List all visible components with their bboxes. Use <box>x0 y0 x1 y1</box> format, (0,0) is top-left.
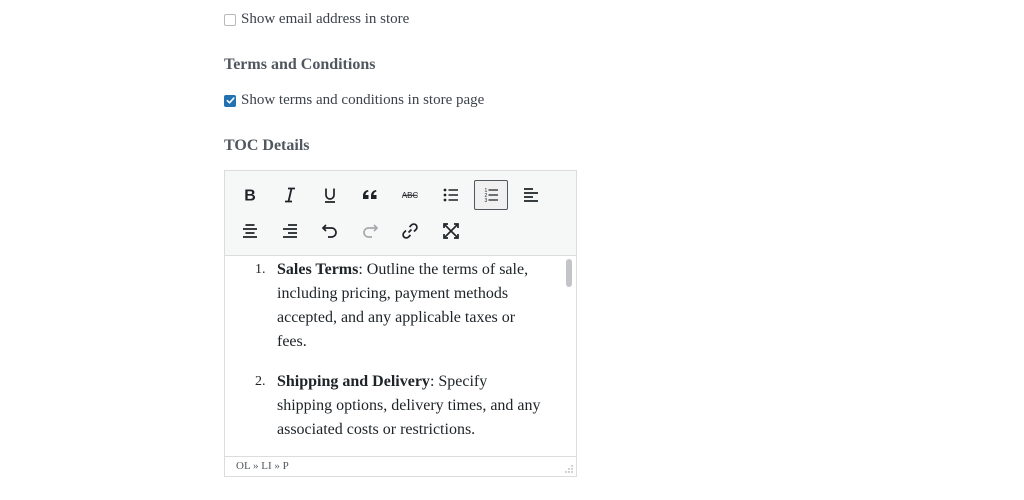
blockquote-button[interactable] <box>353 180 387 210</box>
underline-icon <box>325 188 335 203</box>
editor-toolbar: B ABC 123 <box>225 171 576 256</box>
svg-text:3: 3 <box>485 198 488 204</box>
bold-button[interactable]: B <box>233 180 267 210</box>
align-right-icon <box>283 224 297 238</box>
numbered-list-icon: 123 <box>485 188 498 204</box>
show-terms-checkbox[interactable] <box>224 94 236 107</box>
svg-text:B: B <box>244 188 256 205</box>
terms-option-row: Show terms and conditions in store page <box>224 92 484 109</box>
bold-icon: B <box>244 188 256 205</box>
italic-button[interactable] <box>273 180 307 210</box>
redo-icon <box>363 224 379 238</box>
align-left-button[interactable] <box>514 180 548 210</box>
italic-icon <box>285 187 295 203</box>
align-center-icon <box>243 224 257 238</box>
list-item-title: Sales Terms <box>277 261 359 278</box>
list-item-title: Shipping and Delivery <box>277 373 430 390</box>
editor-content-area[interactable]: 1. Sales Terms: Outline the terms of sal… <box>225 256 560 457</box>
editor-scrollbar[interactable] <box>564 259 574 455</box>
show-email-checkbox[interactable] <box>224 13 236 26</box>
undo-icon <box>321 224 337 238</box>
list-item: 2. Shipping and Delivery: Specify shippi… <box>255 370 545 442</box>
toc-editor: B ABC 123 1. Sales Terms: Outline the te… <box>224 170 577 477</box>
editor-statusbar: OL » LI » P <box>225 456 576 476</box>
numbered-list-button[interactable]: 123 <box>474 180 508 210</box>
align-center-button[interactable] <box>233 216 267 246</box>
undo-button[interactable] <box>313 216 347 246</box>
toc-ordered-list: 1. Sales Terms: Outline the terms of sal… <box>255 258 545 457</box>
align-right-button[interactable] <box>273 216 307 246</box>
email-option-row: Show email address in store <box>224 11 409 28</box>
link-button[interactable] <box>393 216 427 246</box>
checkmark-icon <box>226 97 235 104</box>
toc-section-title: TOC Details <box>224 137 310 154</box>
show-terms-label[interactable]: Show terms and conditions in store page <box>241 92 484 109</box>
list-item: 1. Sales Terms: Outline the terms of sal… <box>255 258 545 354</box>
scrollbar-thumb[interactable] <box>566 259 572 287</box>
resize-handle-icon[interactable] <box>565 465 573 473</box>
bullet-list-button[interactable] <box>434 180 468 210</box>
redo-button[interactable] <box>353 216 387 246</box>
quote-icon <box>363 190 377 199</box>
list-number: 1. <box>255 262 266 277</box>
strikethrough-button[interactable]: ABC <box>393 180 427 210</box>
terms-section-title: Terms and Conditions <box>224 56 376 73</box>
align-left-icon <box>524 188 538 202</box>
fullscreen-button[interactable] <box>434 216 468 246</box>
list-number: 2. <box>255 374 266 389</box>
link-icon <box>402 223 418 239</box>
fullscreen-icon <box>443 223 459 239</box>
element-path: OL » LI » P <box>236 460 289 472</box>
bullet-list-icon <box>443 188 458 202</box>
underline-button[interactable] <box>313 180 347 210</box>
show-email-label[interactable]: Show email address in store <box>241 11 409 28</box>
strikethrough-icon: ABC <box>402 191 419 200</box>
